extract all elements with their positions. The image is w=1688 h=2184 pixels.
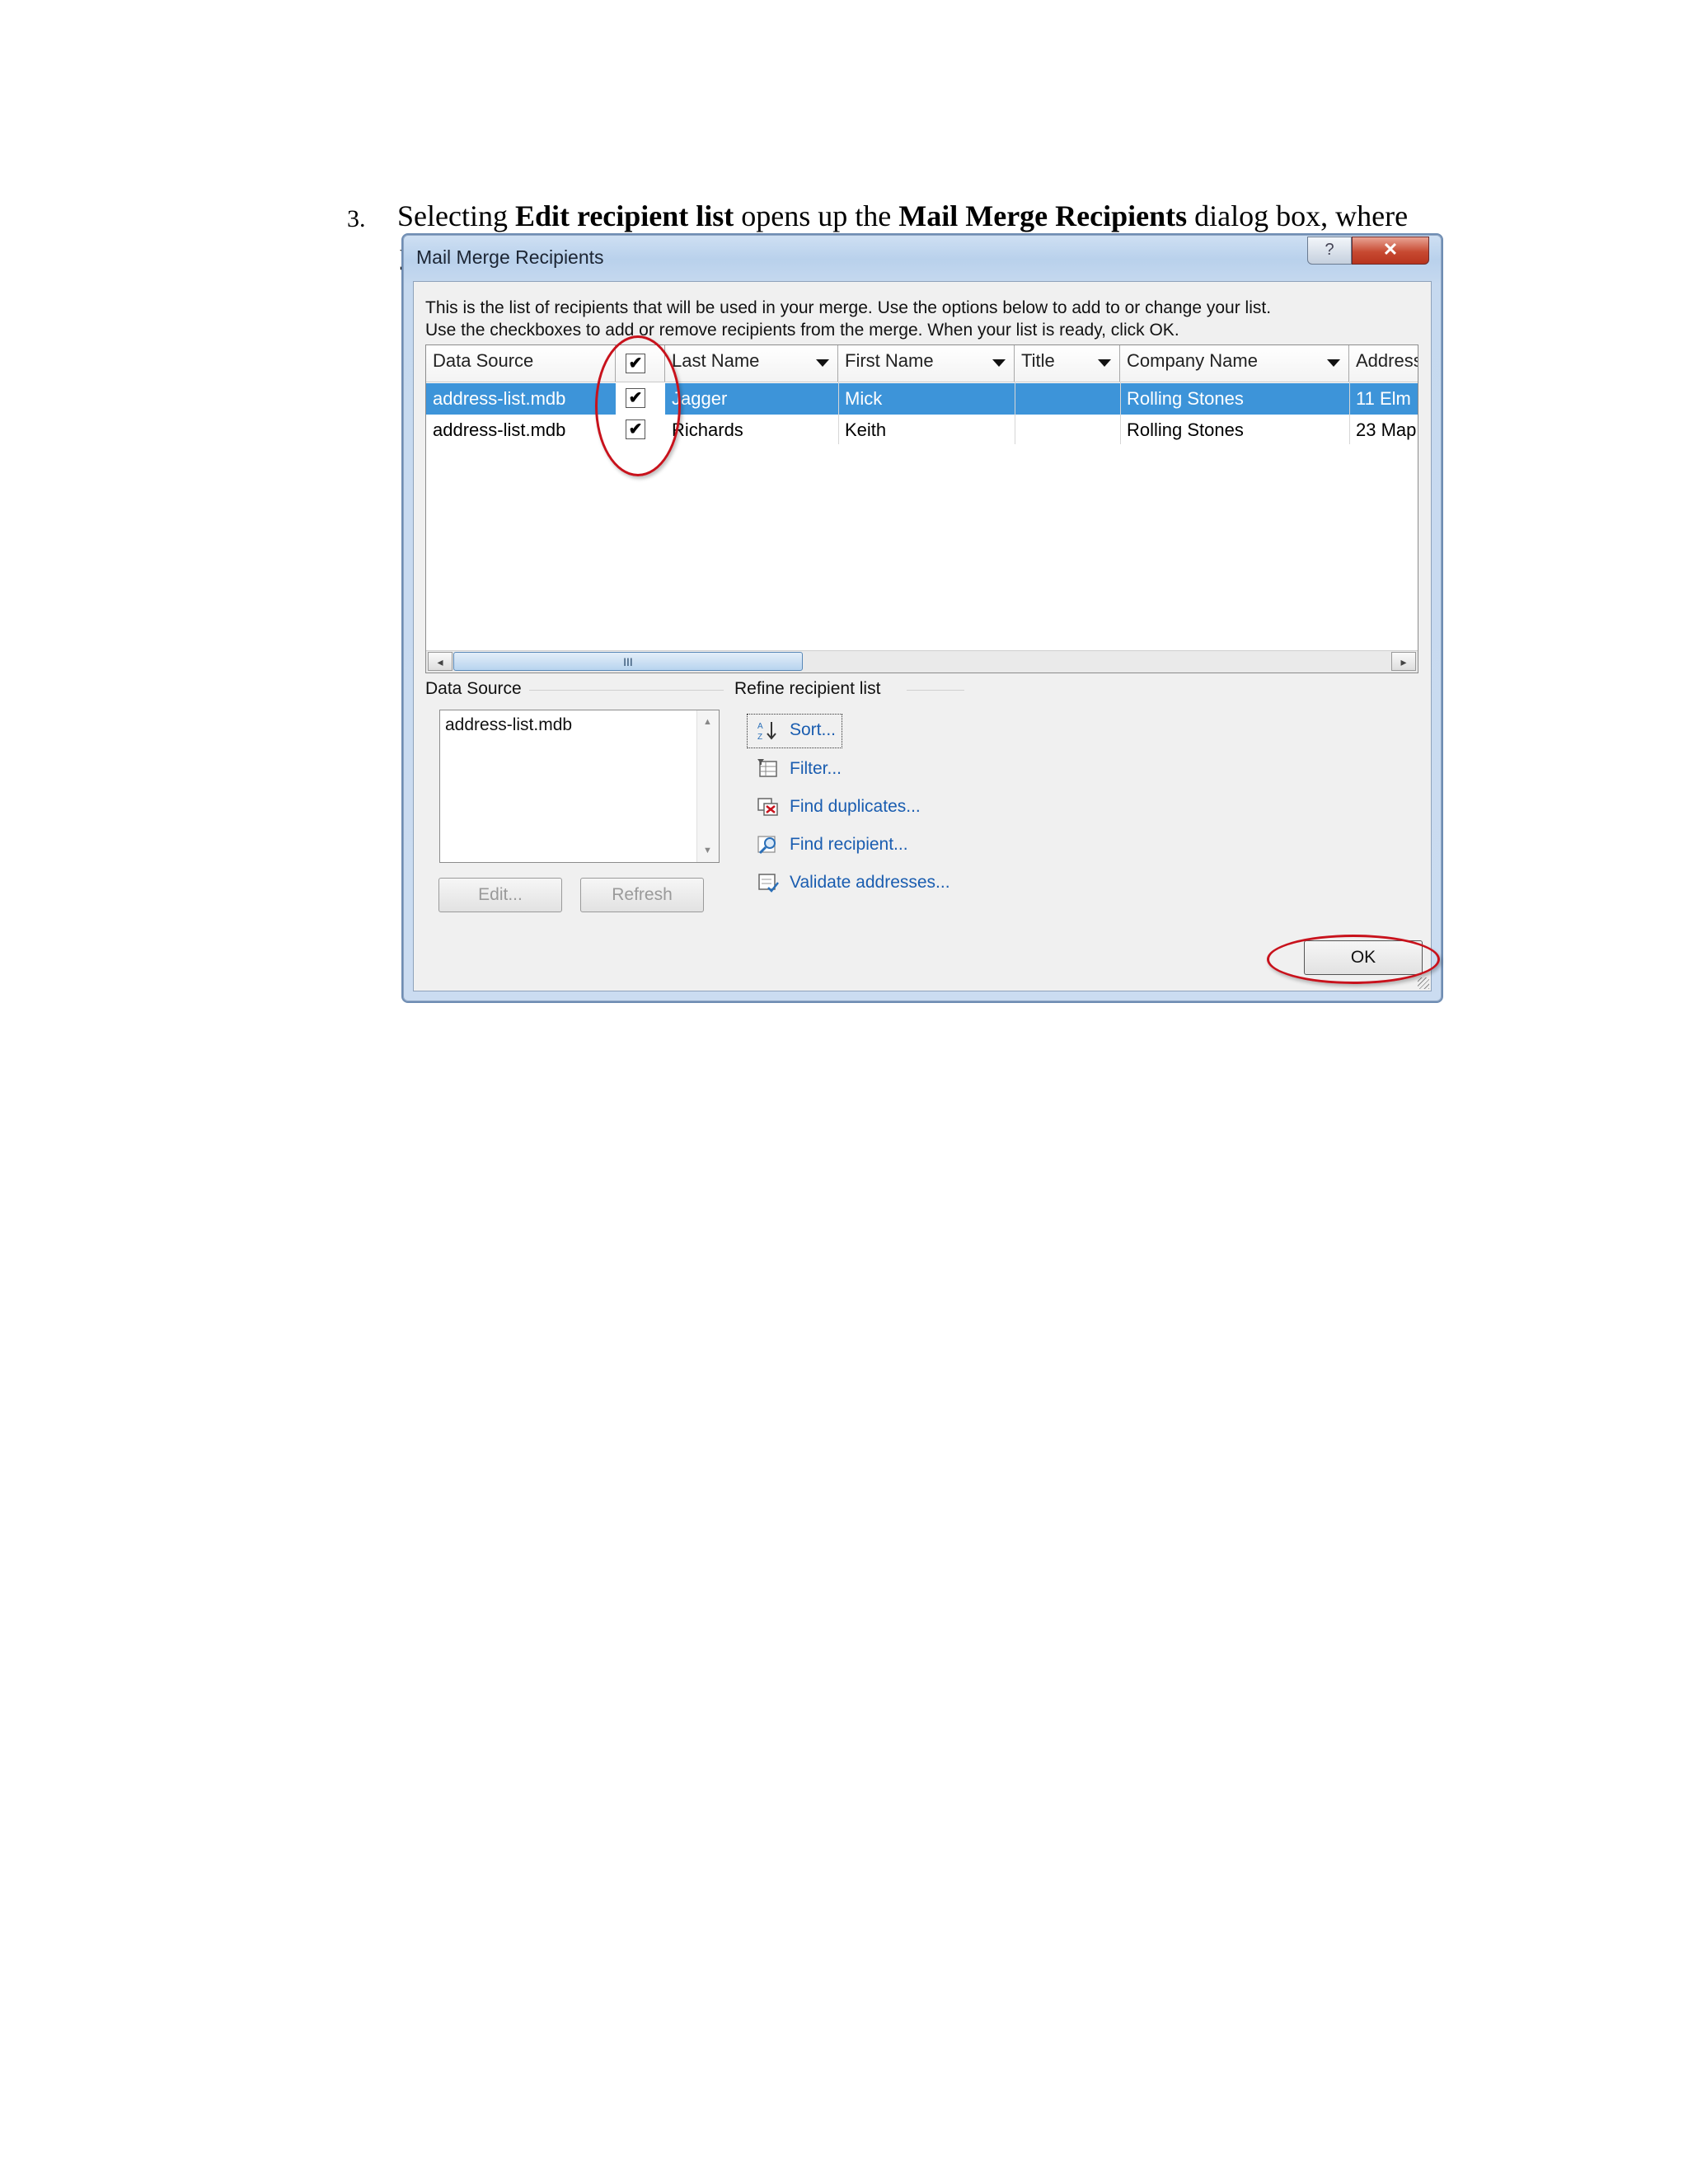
chevron-down-icon[interactable] <box>1327 359 1340 367</box>
edit-button[interactable]: Edit... <box>438 878 562 912</box>
chevron-down-icon[interactable] <box>1098 359 1111 367</box>
step-number: 3. <box>347 205 366 232</box>
data-source-list[interactable]: address-list.mdb ▲ ▼ <box>439 710 720 863</box>
grid-divider <box>838 382 839 444</box>
step-line-1: Selecting Edit recipient list opens up t… <box>397 199 1409 232</box>
data-source-section-label: Data Source <box>425 679 522 698</box>
close-icon: ✕ <box>1382 239 1399 260</box>
scroll-up-icon[interactable]: ▲ <box>703 717 712 727</box>
dialog-titlebar[interactable]: Mail Merge Recipients ? ✕ <box>403 235 1442 281</box>
magnifier-icon <box>757 836 776 855</box>
intro-line-2: Use the checkboxes to add or remove reci… <box>425 321 1179 340</box>
annotation-oval-checkboxes <box>595 335 681 476</box>
table-row[interactable]: address-list.mdb ✔ Richards Keith Rollin… <box>426 415 1418 446</box>
cell-last-name: Richards <box>672 419 743 440</box>
cell-first-name: Mick <box>845 388 883 409</box>
grid-header: Data Source ✔ Last Name First Name Title… <box>426 345 1418 382</box>
scroll-left-button[interactable]: ◂ <box>428 652 452 671</box>
horizontal-scrollbar[interactable]: ◂ III ▸ <box>426 650 1418 673</box>
grid-divider <box>1120 382 1121 444</box>
mail-merge-recipients-dialog: Mail Merge Recipients ? ✕ This is the li… <box>401 233 1443 1003</box>
dialog-title: Mail Merge Recipients <box>416 246 604 268</box>
column-header-address[interactable]: Address <box>1349 345 1418 382</box>
cell-first-name: Keith <box>845 419 887 440</box>
cell-title <box>1015 415 1120 446</box>
cell-company: Rolling Stones <box>1127 388 1244 409</box>
chevron-down-icon[interactable] <box>816 359 829 367</box>
column-header-title[interactable]: Title <box>1015 345 1120 382</box>
chevron-down-icon[interactable] <box>992 359 1006 367</box>
column-header-data-source[interactable]: Data Source <box>426 345 616 382</box>
data-source-list-item[interactable]: address-list.mdb <box>445 715 572 735</box>
column-header-company-name[interactable]: Company Name <box>1120 345 1349 382</box>
refine-section-label: Refine recipient list <box>734 679 881 698</box>
cell-data-source: address-list.mdb <box>433 419 566 440</box>
section-divider <box>907 690 964 691</box>
table-row[interactable]: address-list.mdb ✔ Jagger Mick Rolling S… <box>426 383 1418 415</box>
bold-edit-recipient-list: Edit recipient list <box>514 199 734 232</box>
cell-data-source: address-list.mdb <box>433 388 566 409</box>
help-button[interactable]: ? <box>1307 237 1352 265</box>
validate-icon <box>758 874 779 893</box>
recipients-grid: Data Source ✔ Last Name First Name Title… <box>425 344 1418 673</box>
scroll-down-icon[interactable]: ▼ <box>703 846 712 855</box>
intro-text: This is the list of recipients that will… <box>425 297 1271 341</box>
cell-company: Rolling Stones <box>1127 419 1244 440</box>
scroll-thumb[interactable]: III <box>453 652 803 671</box>
scroll-right-button[interactable]: ▸ <box>1391 652 1416 671</box>
duplicates-icon <box>757 798 778 816</box>
data-source-list-scrollbar[interactable]: ▲ ▼ <box>696 710 719 862</box>
dialog-client-area: This is the list of recipients that will… <box>413 281 1432 991</box>
filter-icon <box>757 759 777 777</box>
cell-address: 11 Elm <box>1356 388 1411 409</box>
section-divider <box>529 690 724 691</box>
cell-last-name: Jagger <box>672 388 728 409</box>
close-button[interactable]: ✕ <box>1352 237 1429 265</box>
intro-line-1: This is the list of recipients that will… <box>425 298 1272 317</box>
column-header-first-name[interactable]: First Name <box>838 345 1015 382</box>
column-header-last-name[interactable]: Last Name <box>665 345 838 382</box>
grid-divider <box>1349 382 1350 444</box>
svg-text:Z: Z <box>757 733 762 741</box>
annotation-oval-ok <box>1267 935 1440 984</box>
bold-mail-merge-recipients: Mail Merge Recipients <box>898 199 1188 232</box>
resize-grip[interactable] <box>1418 977 1429 989</box>
svg-text:A: A <box>757 722 763 731</box>
help-icon: ? <box>1325 241 1334 259</box>
cell-title <box>1015 383 1120 415</box>
refresh-button[interactable]: Refresh <box>580 878 704 912</box>
sort-icon: A Z <box>757 722 776 741</box>
cell-address: 23 Map <box>1356 419 1417 440</box>
